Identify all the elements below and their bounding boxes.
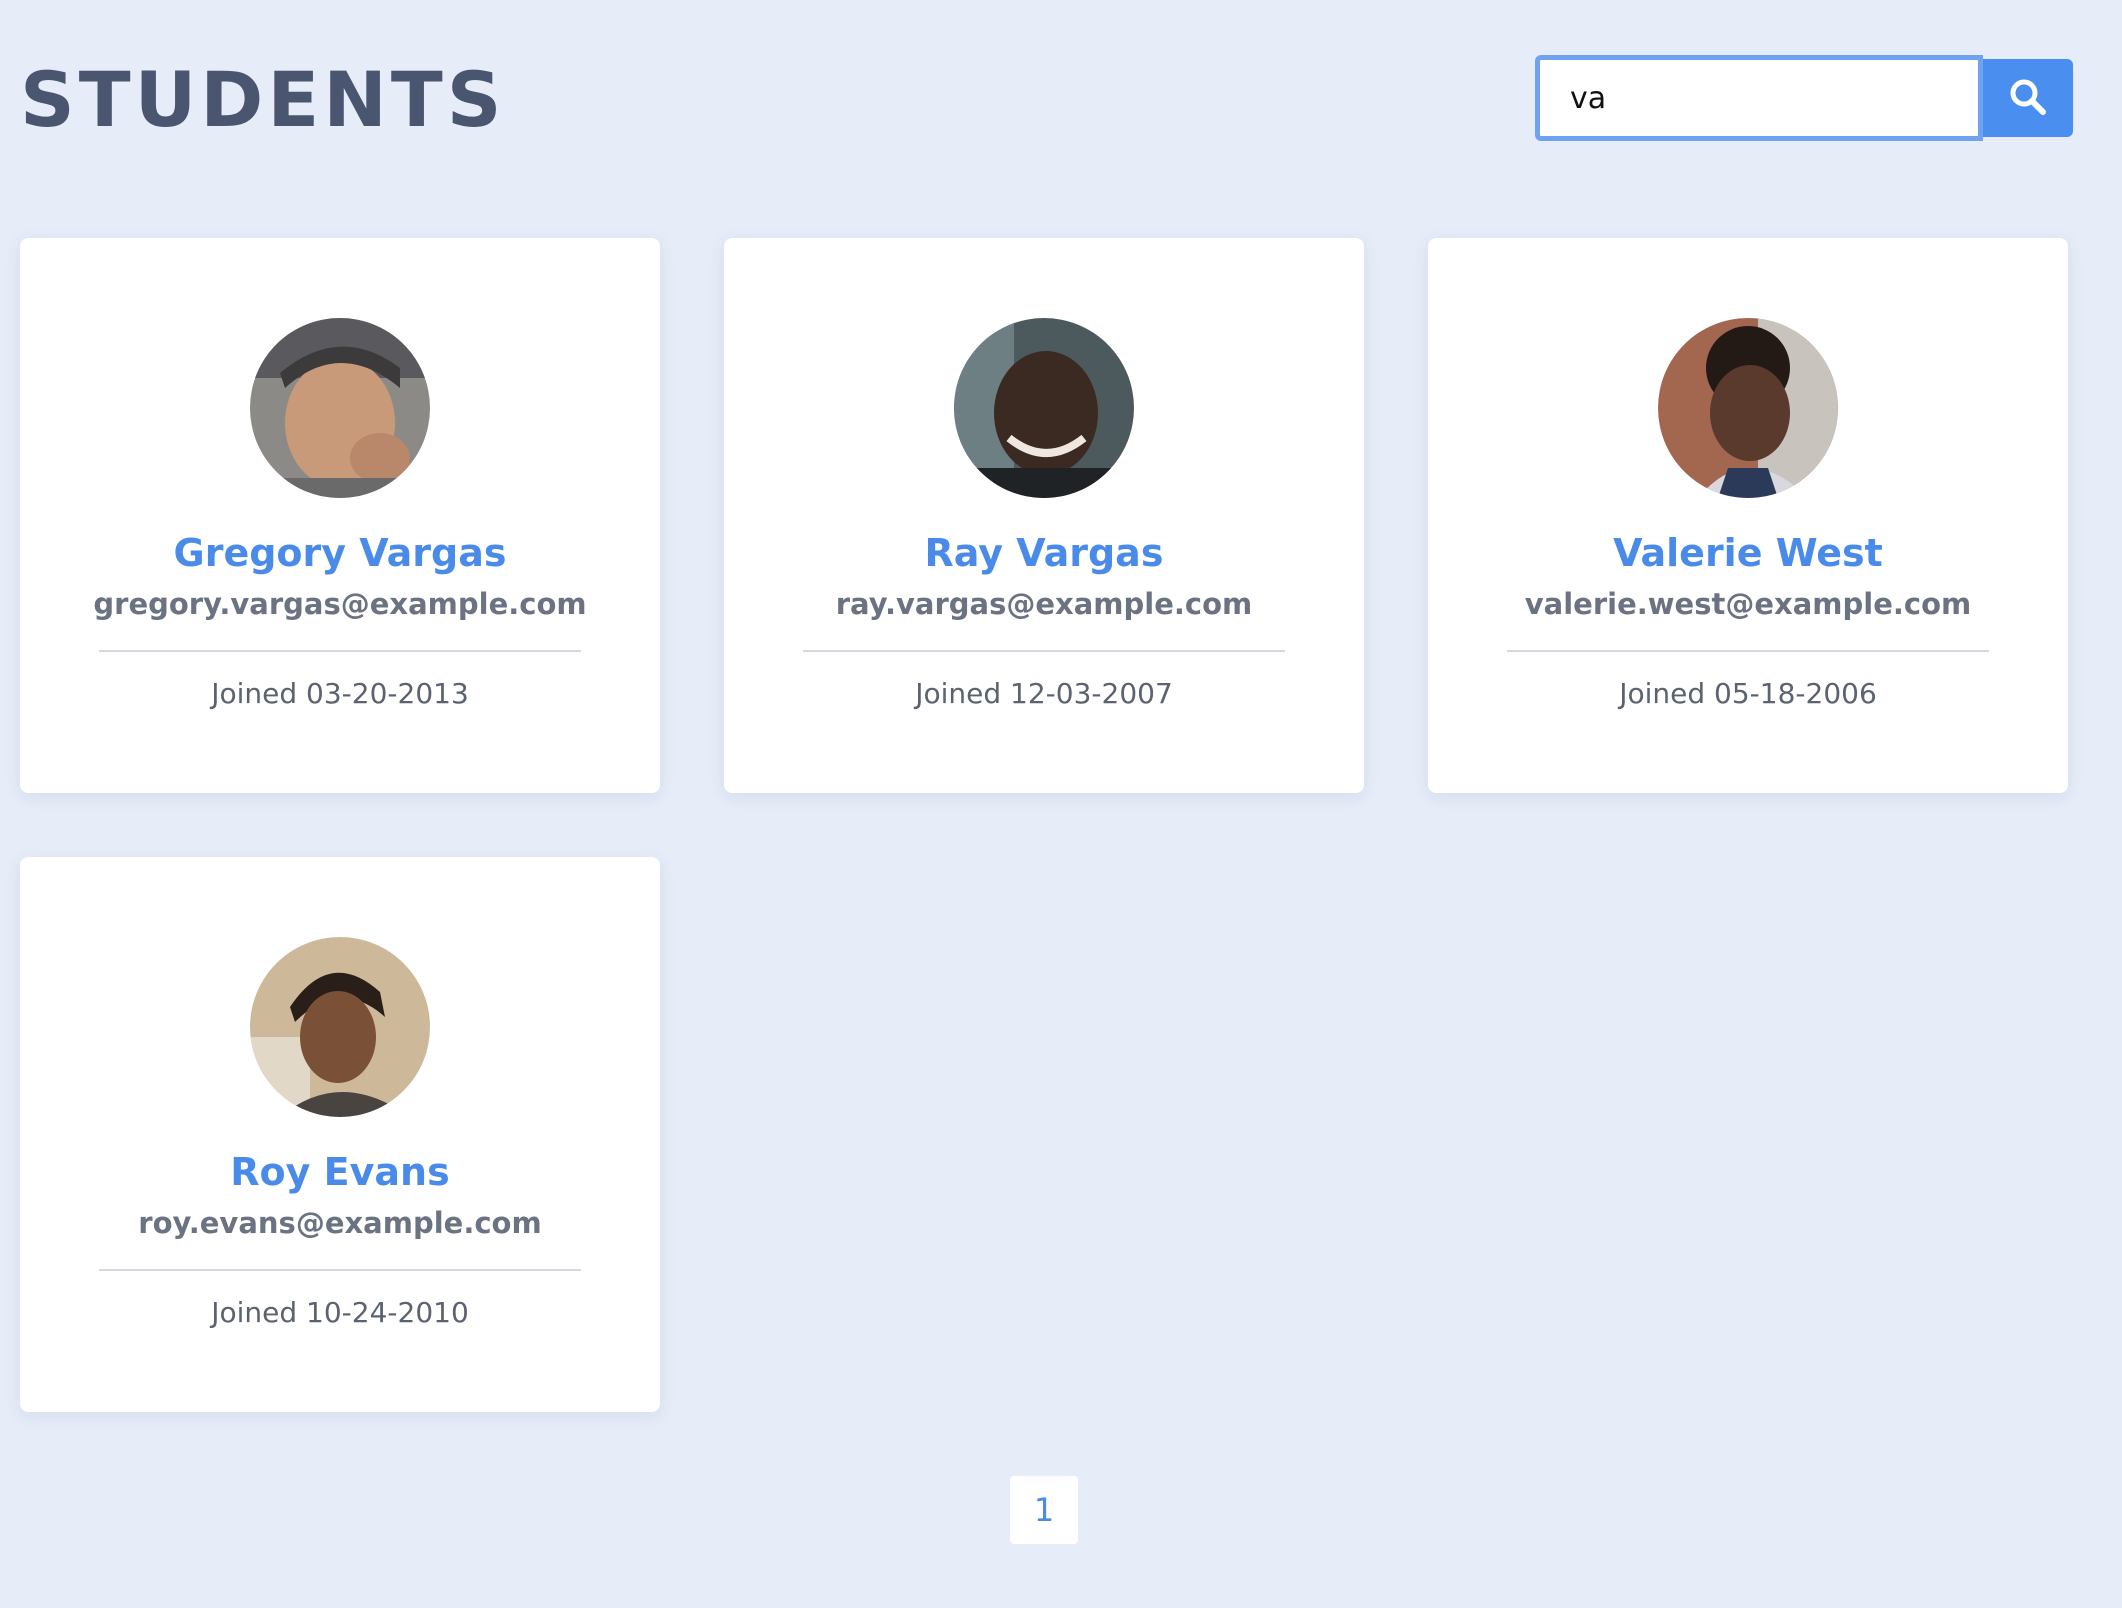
student-name[interactable]: Roy Evans — [230, 1147, 449, 1197]
divider — [803, 650, 1285, 652]
student-email: gregory.vargas@example.com — [93, 587, 587, 621]
student-name[interactable]: Gregory Vargas — [174, 528, 507, 578]
search-bar — [1535, 55, 2073, 141]
page-button-1[interactable]: 1 — [1010, 1476, 1078, 1544]
student-card: Gregory Vargas gregory.vargas@example.co… — [20, 238, 660, 793]
divider — [1507, 650, 1989, 652]
avatar — [954, 318, 1134, 498]
student-email: ray.vargas@example.com — [835, 587, 1253, 621]
avatar — [1658, 318, 1838, 498]
page-title: STUDENTS — [20, 55, 506, 144]
student-grid: Gregory Vargas gregory.vargas@example.co… — [20, 238, 2068, 1412]
student-name[interactable]: Ray Vargas — [925, 528, 1164, 578]
search-button[interactable] — [1983, 59, 2073, 137]
search-icon — [2008, 77, 2048, 120]
student-name[interactable]: Valerie West — [1613, 528, 1883, 578]
avatar — [250, 937, 430, 1117]
student-email: valerie.west@example.com — [1524, 587, 1972, 621]
joined-date: Joined 12-03-2007 — [915, 677, 1173, 710]
joined-date: Joined 03-20-2013 — [211, 677, 469, 710]
pagination: 1 — [1010, 1476, 1078, 1544]
student-card: Valerie West valerie.west@example.com Jo… — [1428, 238, 2068, 793]
student-card: Ray Vargas ray.vargas@example.com Joined… — [724, 238, 1364, 793]
divider — [99, 1269, 581, 1271]
search-input[interactable] — [1535, 55, 1983, 141]
divider — [99, 650, 581, 652]
student-card: Roy Evans roy.evans@example.com Joined 1… — [20, 857, 660, 1412]
joined-date: Joined 10-24-2010 — [211, 1296, 469, 1329]
student-email: roy.evans@example.com — [138, 1206, 542, 1240]
avatar — [250, 318, 430, 498]
joined-date: Joined 05-18-2006 — [1619, 677, 1877, 710]
